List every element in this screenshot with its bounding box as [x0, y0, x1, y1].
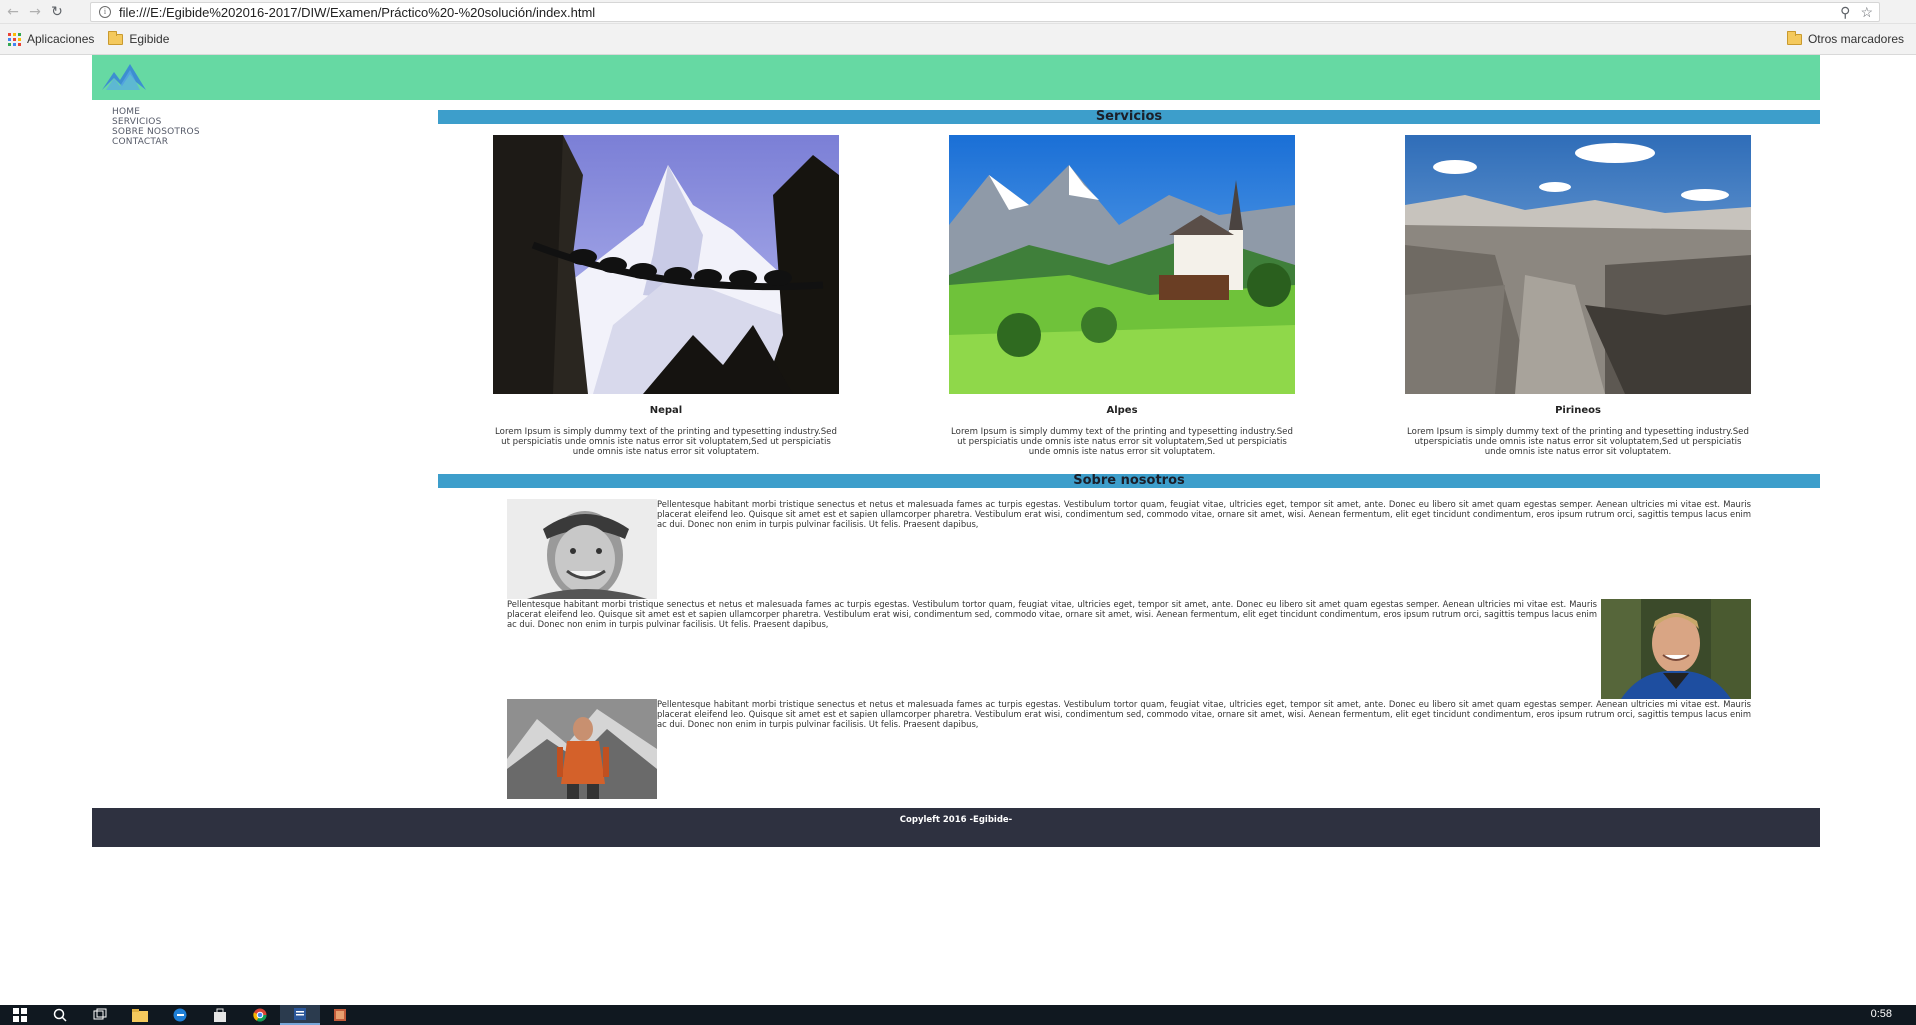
- url-text[interactable]: file:///E:/Egibide%202016-2017/DIW/Exame…: [119, 5, 595, 20]
- services-heading: Servicios: [438, 110, 1820, 124]
- search-icon[interactable]: [40, 1005, 80, 1025]
- other-bookmarks-label: Otros marcadores: [1807, 32, 1904, 46]
- team-member-row-2: Pellentesque habitant morbi tristique se…: [507, 599, 1751, 699]
- team-member-bio-2: Pellentesque habitant morbi tristique se…: [507, 599, 1597, 629]
- pirineos-photo: [1405, 135, 1751, 394]
- team-member-bio-1: Pellentesque habitant morbi tristique se…: [657, 499, 1751, 529]
- taskbar-clock[interactable]: 0:58: [1871, 1008, 1892, 1020]
- forward-arrow-icon[interactable]: →: [24, 1, 46, 23]
- browser-toolbar: ← → ↻ i file:///E:/Egibide%202016-2017/D…: [0, 0, 1916, 24]
- file-explorer-icon[interactable]: [120, 1005, 160, 1025]
- team-member-row-3: Pellentesque habitant morbi tristique se…: [507, 699, 1751, 799]
- side-navigation: HOME SERVICIOS SOBRE NOSOTROS CONTACTAR: [112, 107, 200, 147]
- bookmark-egibide[interactable]: Egibide: [108, 30, 170, 46]
- word-icon[interactable]: [280, 1005, 320, 1025]
- reload-icon[interactable]: ↻: [46, 1, 68, 23]
- address-bar[interactable]: i file:///E:/Egibide%202016-2017/DIW/Exa…: [90, 2, 1880, 22]
- back-arrow-icon[interactable]: ←: [2, 1, 24, 23]
- bookmark-label: Egibide: [129, 32, 170, 46]
- copyright-text: Copyleft 2016 -Egibide-: [899, 815, 1013, 825]
- folder-icon: [108, 30, 124, 45]
- web-page: HOME SERVICIOS SOBRE NOSOTROS CONTACTAR …: [0, 55, 1916, 1005]
- task-view-icon[interactable]: [80, 1005, 120, 1025]
- apps-grid-icon: [8, 32, 21, 46]
- team-member-row-1: Pellentesque habitant morbi tristique se…: [507, 499, 1751, 599]
- folder-icon: [1786, 30, 1802, 45]
- nepal-photo: [493, 135, 839, 394]
- team-member-photo-2: [1601, 599, 1751, 699]
- bookmark-label: Aplicaciones: [27, 32, 95, 46]
- site-footer: Copyleft 2016 -Egibide-: [92, 808, 1820, 847]
- card-title: Alpes: [1106, 405, 1138, 416]
- store-icon[interactable]: [200, 1005, 240, 1025]
- service-card-alpes: Alpes Lorem Ipsum is simply dummy text o…: [949, 135, 1295, 457]
- mountain-logo[interactable]: [100, 60, 148, 94]
- card-description: Lorem Ipsum is simply dummy text of the …: [1407, 427, 1749, 457]
- media-app-icon[interactable]: [320, 1005, 360, 1025]
- chrome-icon[interactable]: [240, 1005, 280, 1025]
- card-title: Nepal: [649, 405, 683, 416]
- nav-sobre-nosotros[interactable]: SOBRE NOSOTROS: [112, 127, 200, 137]
- service-card-nepal: Nepal Lorem Ipsum is simply dummy text o…: [493, 135, 839, 457]
- bookmark-star-icon[interactable]: ☆: [1860, 4, 1873, 21]
- other-bookmarks[interactable]: Otros marcadores: [1786, 30, 1904, 46]
- service-card-pirineos: Pirineos Lorem Ipsum is simply dummy tex…: [1405, 135, 1751, 457]
- bookmark-aplicaciones[interactable]: Aplicaciones: [8, 32, 94, 46]
- windows-start-icon[interactable]: [0, 1005, 40, 1025]
- taskbar: 0:58: [0, 1005, 1916, 1025]
- about-heading: Sobre nosotros: [438, 474, 1820, 488]
- site-header: [92, 55, 1820, 100]
- nav-contactar[interactable]: CONTACTAR: [112, 137, 200, 147]
- team-member-photo-1: [507, 499, 657, 599]
- card-description: Lorem Ipsum is simply dummy text of the …: [951, 427, 1293, 457]
- card-title: Pirineos: [1555, 405, 1601, 416]
- zoom-icon[interactable]: ⚲: [1840, 4, 1850, 21]
- edge-browser-icon[interactable]: [160, 1005, 200, 1025]
- team-member-photo-3: [507, 699, 657, 799]
- nav-home[interactable]: HOME: [112, 107, 200, 117]
- alpes-photo: [949, 135, 1295, 394]
- team-member-bio-3: Pellentesque habitant morbi tristique se…: [657, 699, 1751, 729]
- card-description: Lorem Ipsum is simply dummy text of the …: [495, 427, 837, 457]
- info-icon[interactable]: i: [99, 6, 111, 18]
- bookmarks-bar: Aplicaciones Egibide Otros marcadores: [0, 24, 1916, 55]
- nav-servicios[interactable]: SERVICIOS: [112, 117, 200, 127]
